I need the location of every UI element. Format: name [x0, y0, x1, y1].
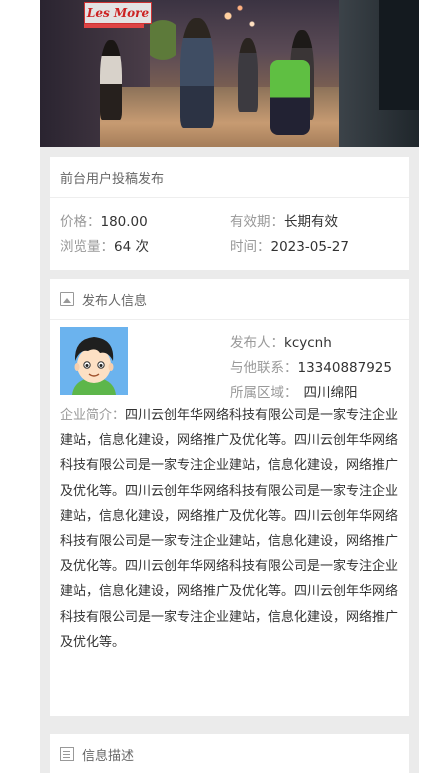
publisher-name-field: 发布人：kcycnh	[230, 335, 332, 351]
page-container: Les More 前台用户投稿发布 价格：180.00 有效期：长期有效 浏览量…	[40, 0, 419, 773]
region-field: 所属区域： 四川绵阳	[230, 385, 358, 401]
contact-phone[interactable]: 13340887925	[298, 360, 392, 376]
publisher-name[interactable]: kcycnh	[284, 335, 332, 351]
shop-sign: Les More	[84, 2, 152, 24]
views-value: 64 次	[114, 239, 149, 255]
document-icon	[60, 747, 74, 761]
company-intro: 企业简介：四川云创年华网络科技有限公司是一家专注企业建站，信息化建设，网络推广及…	[60, 408, 399, 650]
image-icon	[60, 292, 74, 306]
summary-card: 前台用户投稿发布 价格：180.00 有效期：长期有效 浏览量：64 次 时间：…	[50, 157, 409, 270]
listing-photo: Les More	[40, 0, 419, 147]
description-card: 信息描述	[50, 734, 409, 773]
time-value: 2023-05-27	[270, 239, 349, 255]
description-header: 信息描述	[50, 734, 409, 774]
company-intro-text: 四川云创年华网络科技有限公司是一家专注企业建站，信息化建设，网络推广及优化等。四…	[60, 408, 399, 650]
validity-value: 长期有效	[284, 214, 338, 230]
validity-field: 有效期：长期有效	[230, 214, 338, 230]
publisher-header: 发布人信息	[50, 279, 409, 320]
views-field: 浏览量：64 次	[60, 239, 149, 255]
price-field: 价格：180.00	[60, 214, 148, 230]
region-value: 四川绵阳	[303, 385, 358, 401]
listing-title: 前台用户投稿发布	[50, 157, 409, 198]
publisher-card: 发布人信息 发布人：kcycnh 与他联系：13340887925 所属区域： …	[50, 279, 409, 716]
contact-field: 与他联系：13340887925	[230, 360, 392, 376]
time-field: 时间：2023-05-27	[230, 239, 349, 255]
price-value: 180.00	[100, 214, 148, 230]
avatar	[60, 327, 128, 395]
